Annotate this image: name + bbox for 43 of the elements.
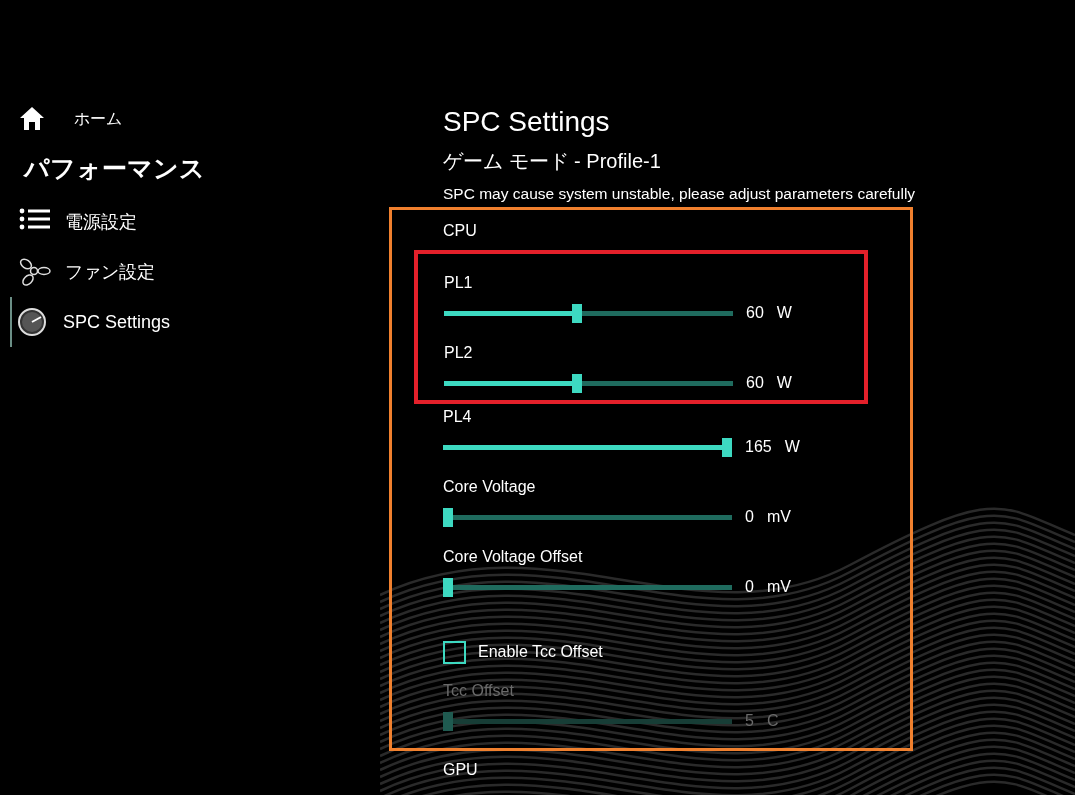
section-title: パフォーマンス [22,153,206,184]
slider-value: 5 [745,712,754,730]
unit-label: mV [766,508,791,526]
slider-value: 60 [746,304,764,322]
slider[interactable] [444,373,733,393]
checkbox-label: Enable Tcc Offset [478,643,603,661]
section-heading: GPU [443,761,479,779]
slider-label: PL1 [444,274,474,293]
slider-thumb[interactable] [572,373,583,393]
nav-item[interactable]: ファン設定 [0,247,389,297]
unit-label: C [766,712,779,730]
unit-label: mV [766,578,791,596]
slider-label: PL2 [444,344,474,363]
section-heading: CPU [443,222,478,240]
unit-label: W [776,374,792,392]
home-label: ホーム [74,108,122,129]
nav-item[interactable]: SPC Settings [10,297,389,347]
slider-label: Core Voltage [443,478,537,497]
slider[interactable] [443,507,732,527]
slider-label: PL4 [443,408,473,427]
slider-value: 0 [745,508,754,526]
nav-item[interactable]: 電源設定 [0,197,389,247]
slider[interactable] [443,437,732,457]
slider[interactable] [444,303,733,323]
slider-thumb[interactable] [572,303,583,323]
gauge-icon [17,307,49,337]
unit-label: W [776,304,792,322]
slider-thumb[interactable] [722,437,732,457]
slider-value: 60 [746,374,764,392]
slider[interactable] [443,577,732,597]
fan-icon [19,257,51,287]
slider-thumb[interactable] [443,507,453,527]
checkbox[interactable] [443,640,466,664]
warning-text: SPC may cause system unstable, please adjust parameters carefully [443,185,917,203]
slider-value: 165 [745,438,772,456]
profile-subtitle: ゲーム モード - Profile-1 [443,149,662,174]
slider-thumb[interactable] [443,577,453,597]
unit-label: W [784,438,800,456]
page-title: SPC Settings [443,106,611,138]
slider-value: 0 [745,578,754,596]
slider-label: Tcc Offset [443,682,515,701]
slider-label: Core Voltage Offset [443,548,584,567]
home-link[interactable]: ホーム [0,102,389,136]
